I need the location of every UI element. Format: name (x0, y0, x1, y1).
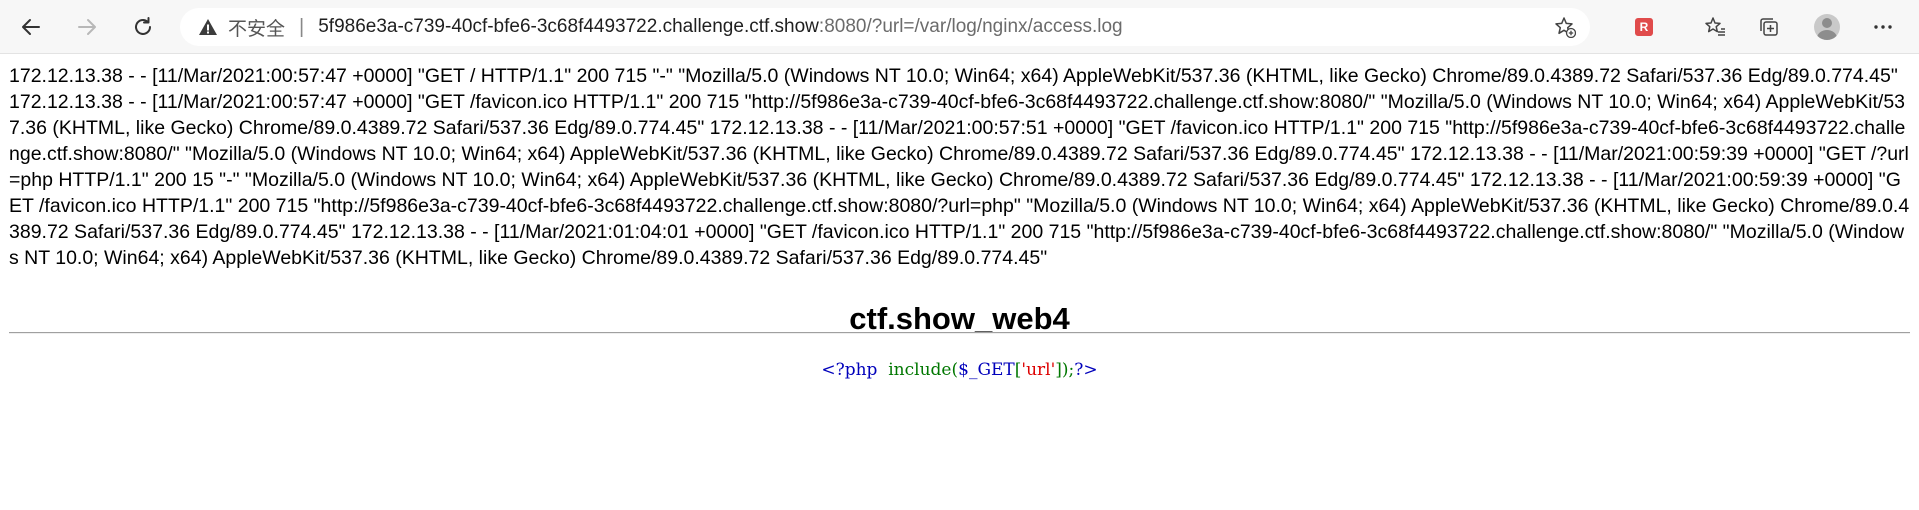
back-arrow-icon (22, 19, 40, 35)
refresh-icon (135, 17, 151, 35)
php-close-tag: ?> (1074, 360, 1098, 380)
url-host[interactable]: 5f986e3a-c739-40cf-bfe6-3c68f4493722.cha… (318, 16, 819, 38)
security-status-label[interactable]: 不安全 (228, 14, 285, 41)
refresh-button[interactable] (126, 10, 160, 44)
extension-icon: R (1635, 18, 1653, 36)
warning-triangle-icon[interactable] (198, 17, 218, 37)
php-variable: $_GET (958, 360, 1015, 380)
forward-button[interactable] (70, 10, 104, 44)
page-content: 172.12.13.38 - - [11/Mar/2021:00:57:47 +… (0, 54, 1919, 339)
php-source-code: <?php include($_GET['url']);?> (0, 360, 1919, 380)
favorites-button[interactable] (1698, 10, 1732, 44)
add-favorite-button[interactable] (1554, 16, 1577, 44)
extension-button[interactable]: R (1627, 10, 1661, 44)
access-log-output: 172.12.13.38 - - [11/Mar/2021:00:57:47 +… (9, 65, 1910, 269)
address-separator: | (299, 15, 305, 38)
address-bar[interactable]: 不安全 | 5f986e3a-c739-40cf-bfe6-3c68f44937… (180, 8, 1590, 46)
php-function: include( (888, 360, 959, 380)
horizontal-rule (9, 332, 1910, 334)
forward-arrow-icon (78, 19, 96, 35)
more-menu-icon (1874, 25, 1892, 29)
php-open-tag: <?php (821, 360, 878, 380)
php-string: 'url' (1021, 360, 1056, 380)
profile-avatar-icon (1814, 14, 1840, 40)
profile-button[interactable] (1810, 10, 1844, 44)
favorites-icon (1705, 17, 1725, 36)
url-path[interactable]: :8080/?url=/var/log/nginx/access.log (819, 16, 1123, 38)
collections-button[interactable] (1752, 10, 1786, 44)
more-menu-button[interactable] (1866, 10, 1900, 44)
browser-toolbar: 不安全 | 5f986e3a-c739-40cf-bfe6-3c68f44937… (0, 0, 1919, 54)
back-button[interactable] (14, 10, 48, 44)
php-bracket-close: ]); (1055, 360, 1075, 380)
collections-icon (1760, 18, 1778, 36)
add-favorite-star-icon (1555, 17, 1577, 39)
